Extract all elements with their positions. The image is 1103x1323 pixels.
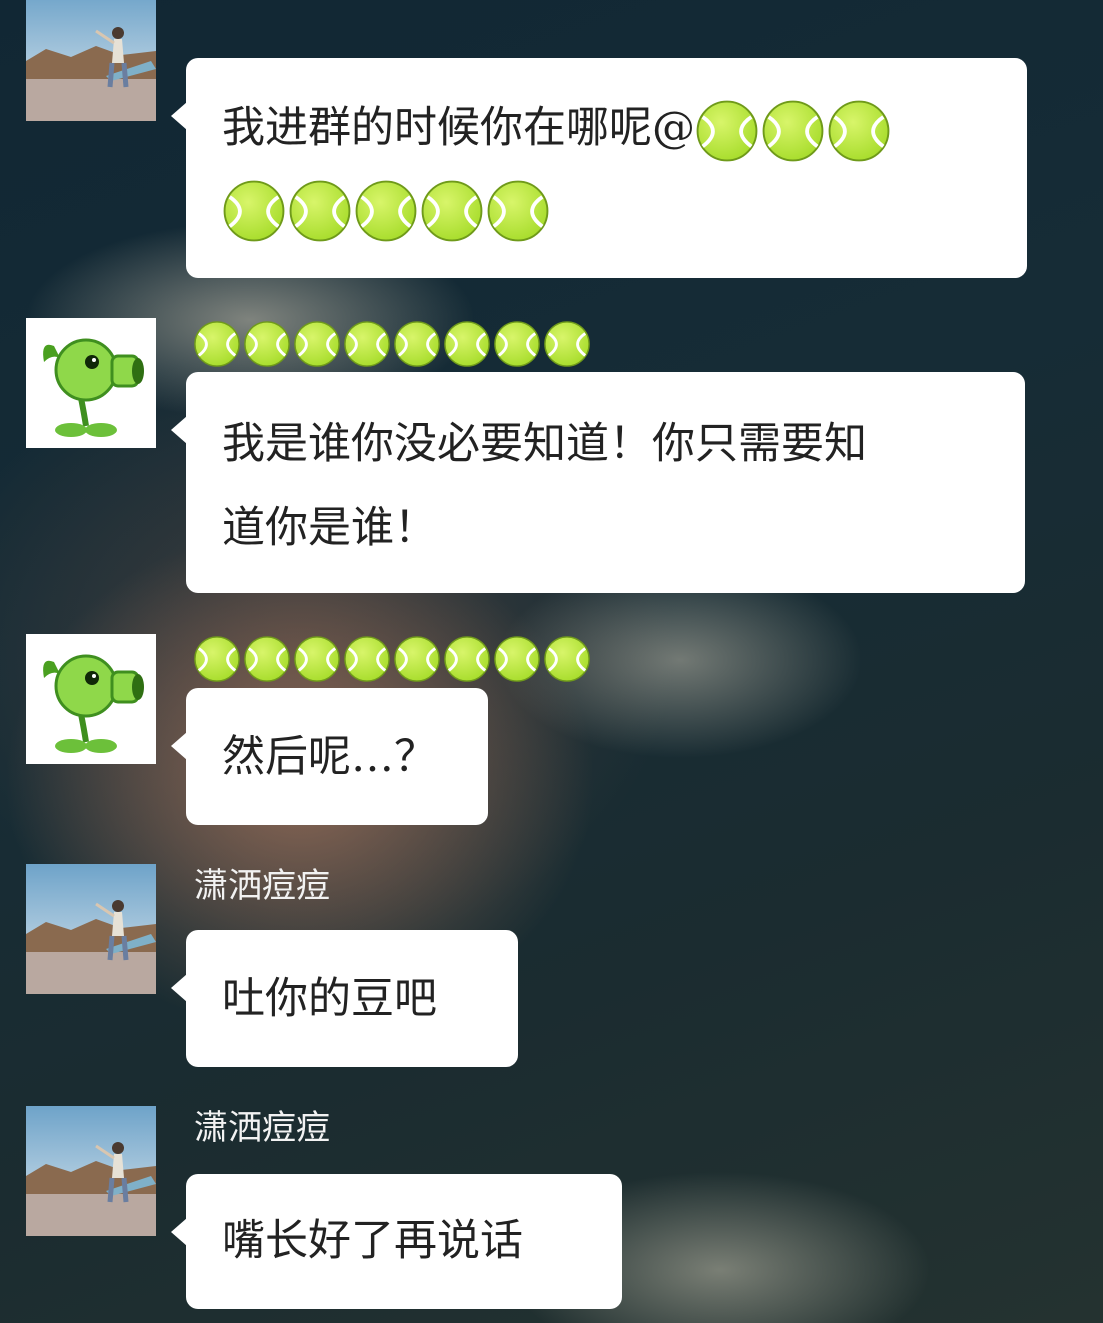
tennis-ball-icon	[343, 635, 391, 683]
peashooter-avatar[interactable]	[26, 318, 156, 448]
message-bubble[interactable]: 我进群的时候你在哪呢@	[171, 58, 1027, 278]
message-bubble[interactable]: 我是谁你没必要知道！你只需要知 道你是谁！	[171, 372, 1025, 593]
emoji-group	[695, 99, 891, 163]
tennis-ball-icon	[493, 320, 541, 368]
peashooter-avatar[interactable]	[26, 634, 156, 764]
message-text: 我进群的时候你在哪呢@	[222, 103, 695, 153]
road-photo-avatar[interactable]	[26, 0, 156, 121]
tennis-ball-icon	[222, 179, 286, 243]
sender-name: 潇洒痘痘	[194, 1108, 330, 1148]
tennis-ball-icon	[543, 320, 591, 368]
sender-name-emoji	[193, 635, 591, 683]
message-bubble[interactable]: 然后呢…？	[171, 688, 488, 825]
tennis-ball-icon	[243, 635, 291, 683]
message-text: 吐你的豆吧	[222, 974, 437, 1024]
tennis-ball-icon	[443, 320, 491, 368]
tennis-ball-icon	[293, 635, 341, 683]
emoji-group	[222, 179, 550, 243]
tennis-ball-icon	[486, 179, 550, 243]
message-text: 嘴长好了再说话	[222, 1216, 523, 1266]
road-photo-avatar[interactable]	[26, 1106, 156, 1236]
tennis-ball-icon	[393, 635, 441, 683]
tennis-ball-icon	[343, 320, 391, 368]
tennis-ball-icon	[443, 635, 491, 683]
message-text: 我是谁你没必要知道！你只需要知	[222, 419, 867, 469]
tennis-ball-icon	[543, 635, 591, 683]
message-text: 然后呢…？	[222, 732, 437, 782]
tennis-ball-icon	[393, 320, 441, 368]
tennis-ball-icon	[193, 320, 241, 368]
tennis-ball-icon	[695, 99, 759, 163]
sender-name: 潇洒痘痘	[194, 866, 330, 906]
message-bubble[interactable]: 嘴长好了再说话	[171, 1174, 622, 1309]
tennis-ball-icon	[193, 635, 241, 683]
road-photo-avatar[interactable]	[26, 864, 156, 994]
message-bubble[interactable]: 吐你的豆吧	[171, 930, 518, 1067]
tennis-ball-icon	[827, 99, 891, 163]
tennis-ball-icon	[420, 179, 484, 243]
tennis-ball-icon	[288, 179, 352, 243]
tennis-ball-icon	[293, 320, 341, 368]
message-text: 道你是谁！	[222, 503, 437, 553]
tennis-ball-icon	[243, 320, 291, 368]
tennis-ball-icon	[493, 635, 541, 683]
sender-name-emoji	[193, 320, 591, 368]
tennis-ball-icon	[761, 99, 825, 163]
tennis-ball-icon	[354, 179, 418, 243]
